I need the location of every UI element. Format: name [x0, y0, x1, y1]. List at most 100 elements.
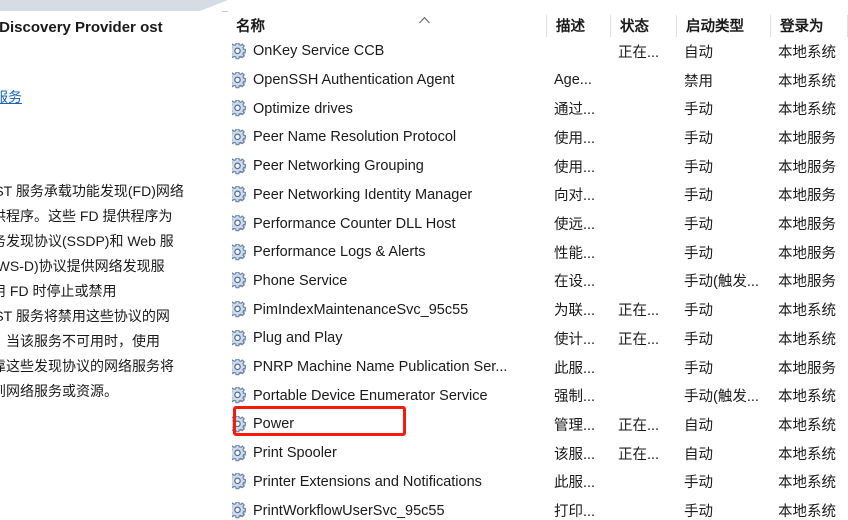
cell-name[interactable]: Phone Service — [228, 267, 548, 296]
table-row[interactable]: OnKey Service CCB 正在... 自动 本地系统 — [228, 37, 848, 66]
service-gear-icon — [228, 157, 249, 175]
service-description-text: PHOST 服务承载功能发现(FD)网络 现提供程序。这些 FD 提供程序为 单… — [0, 183, 184, 399]
table-row[interactable]: Peer Networking Grouping 使用... 手动 本地服务 — [228, 152, 848, 181]
table-row[interactable]: Print Spooler 该服... 正在... 自动 本地系统 — [228, 439, 848, 468]
service-name-label: Peer Networking Grouping — [253, 158, 424, 175]
start-service-link[interactable]: 动此服务 — [0, 87, 22, 107]
table-row[interactable]: Power 管理... 正在... 自动 本地系统 — [228, 410, 848, 439]
cell-logon-as: 本地系统 — [778, 446, 836, 463]
cell-name[interactable]: Peer Networking Identity Manager — [228, 181, 548, 210]
cell-status — [612, 381, 678, 410]
cell-description: 使远... — [554, 217, 596, 234]
cell-name[interactable]: Portable Device Enumerator Service — [228, 381, 548, 410]
cell-name[interactable]: Peer Networking Grouping — [228, 152, 548, 181]
cell-name[interactable]: PrintWorkflowUserSvc_95c55 — [228, 496, 548, 520]
cell-name[interactable]: Power — [228, 410, 548, 439]
service-gear-icon — [228, 472, 249, 490]
cell-name[interactable]: OnKey Service CCB — [228, 37, 548, 66]
cell-startup-type: 手动 — [684, 245, 713, 262]
cell-description: 性能... — [554, 245, 596, 262]
cell-status: 正在... — [618, 44, 660, 61]
cell-name[interactable]: Optimize drives — [228, 94, 548, 123]
service-name-label: Plug and Play — [253, 330, 343, 347]
cell-name[interactable]: Peer Name Resolution Protocol — [228, 123, 548, 152]
service-gear-icon — [228, 99, 249, 117]
cell-logon-as: 本地系统 — [778, 504, 836, 520]
column-separator-0[interactable] — [546, 15, 547, 37]
service-gear-icon — [228, 271, 249, 289]
cell-name[interactable]: Performance Logs & Alerts — [228, 238, 548, 267]
service-gear-icon — [228, 70, 249, 89]
service-gear-icon — [228, 185, 249, 203]
service-name-label: Performance Counter DLL Host — [253, 215, 456, 232]
table-row[interactable]: Performance Logs & Alerts 性能... 手动 本地服务 — [228, 238, 848, 267]
cell-startup-type: 手动 — [684, 130, 713, 147]
service-name-label: Printer Extensions and Notifications — [253, 473, 482, 490]
cell-startup-type: 手动 — [684, 331, 713, 348]
service-gear-icon — [228, 128, 249, 146]
cell-description: 该服... — [554, 446, 596, 463]
cell-name[interactable]: PimIndexMaintenanceSvc_95c55 — [228, 295, 548, 324]
cell-startup-type: 自动 — [684, 446, 713, 463]
cell-logon-as: 本地服务 — [778, 245, 836, 262]
column-separator-1[interactable] — [610, 15, 611, 37]
service-gear-icon — [228, 357, 249, 376]
cell-description: 此服... — [554, 475, 596, 492]
table-row[interactable]: OpenSSH Authentication Agent Age... 禁用 本地系统 — [228, 66, 848, 95]
cell-description: 向对... — [554, 188, 596, 205]
service-gear-icon — [228, 329, 249, 347]
table-row[interactable]: Printer Extensions and Notifications 此服..… — [228, 468, 848, 497]
cell-name[interactable]: OpenSSH Authentication Agent — [228, 66, 548, 95]
cell-description: 打印... — [554, 504, 596, 520]
cell-name[interactable]: Print Spooler — [228, 439, 548, 468]
service-gear-icon — [228, 444, 249, 462]
table-row[interactable]: PNRP Machine Name Publication Ser... 此服..… — [228, 353, 848, 382]
column-separator-3[interactable] — [770, 15, 771, 37]
cell-status: 正在... — [618, 303, 660, 320]
cell-logon-as: 本地服务 — [778, 274, 836, 291]
table-row[interactable]: Performance Counter DLL Host 使远... 手动 本地服务 — [228, 209, 848, 238]
sort-ascending-icon — [418, 15, 431, 27]
cell-startup-type: 手动 — [684, 360, 713, 377]
service-name-label: Print Spooler — [253, 445, 337, 462]
service-name-label: Optimize drives — [253, 100, 353, 117]
cell-startup-type: 手动 — [684, 217, 713, 234]
cell-startup-type: 手动 — [684, 102, 713, 119]
cell-logon-as: 本地服务 — [778, 159, 836, 176]
cell-name[interactable]: Printer Extensions and Notifications — [228, 468, 548, 497]
cell-startup-type: 手动(触发... — [684, 274, 759, 291]
cell-status — [612, 353, 678, 382]
table-row[interactable]: Plug and Play 使计... 正在... 手动 本地系统 — [228, 324, 848, 353]
cell-status — [612, 468, 678, 497]
table-row[interactable]: PrintWorkflowUserSvc_95c55 打印... 手动 本地系统 — [228, 496, 848, 520]
cell-name[interactable]: Plug and Play — [228, 324, 548, 353]
cell-logon-as: 本地系统 — [778, 475, 836, 492]
cell-description: 通过... — [554, 102, 596, 119]
service-gear-icon — [228, 386, 249, 404]
cell-description — [548, 37, 612, 66]
table-row[interactable]: Peer Name Resolution Protocol 使用... 手动 本地服务 — [228, 123, 848, 152]
cell-status — [612, 181, 678, 210]
cell-status — [612, 94, 678, 123]
cell-name[interactable]: Performance Counter DLL Host — [228, 209, 548, 238]
service-gear-icon — [228, 415, 249, 433]
cell-description: 在设... — [554, 274, 596, 291]
column-separator-2[interactable] — [676, 15, 677, 37]
cell-status: 正在... — [618, 417, 660, 434]
table-row[interactable]: Peer Networking Identity Manager 向对... 手动 本… — [228, 181, 848, 210]
service-detail-title: nction Discovery Provider ost — [0, 19, 163, 36]
service-name-label: Peer Name Resolution Protocol — [253, 129, 457, 146]
cell-startup-type: 手动(触发... — [684, 389, 759, 406]
cell-status — [612, 123, 678, 152]
cell-startup-type: 手动 — [684, 475, 713, 492]
table-row[interactable]: Phone Service 在设... 手动(触发... 本地服务 — [228, 267, 848, 296]
table-row[interactable]: Optimize drives 通过... 手动 本地系统 — [228, 94, 848, 123]
cell-logon-as: 本地系统 — [778, 102, 836, 119]
cell-logon-as: 本地系统 — [778, 73, 836, 90]
cell-status — [612, 66, 678, 95]
cell-name[interactable]: PNRP Machine Name Publication Ser... — [228, 353, 548, 382]
table-row[interactable]: PimIndexMaintenanceSvc_95c55 为联... 正在... 手动… — [228, 295, 848, 324]
cell-startup-type: 禁用 — [684, 73, 713, 90]
cell-logon-as: 本地服务 — [778, 188, 836, 205]
table-row[interactable]: Portable Device Enumerator Service 强制... 手… — [228, 381, 848, 410]
